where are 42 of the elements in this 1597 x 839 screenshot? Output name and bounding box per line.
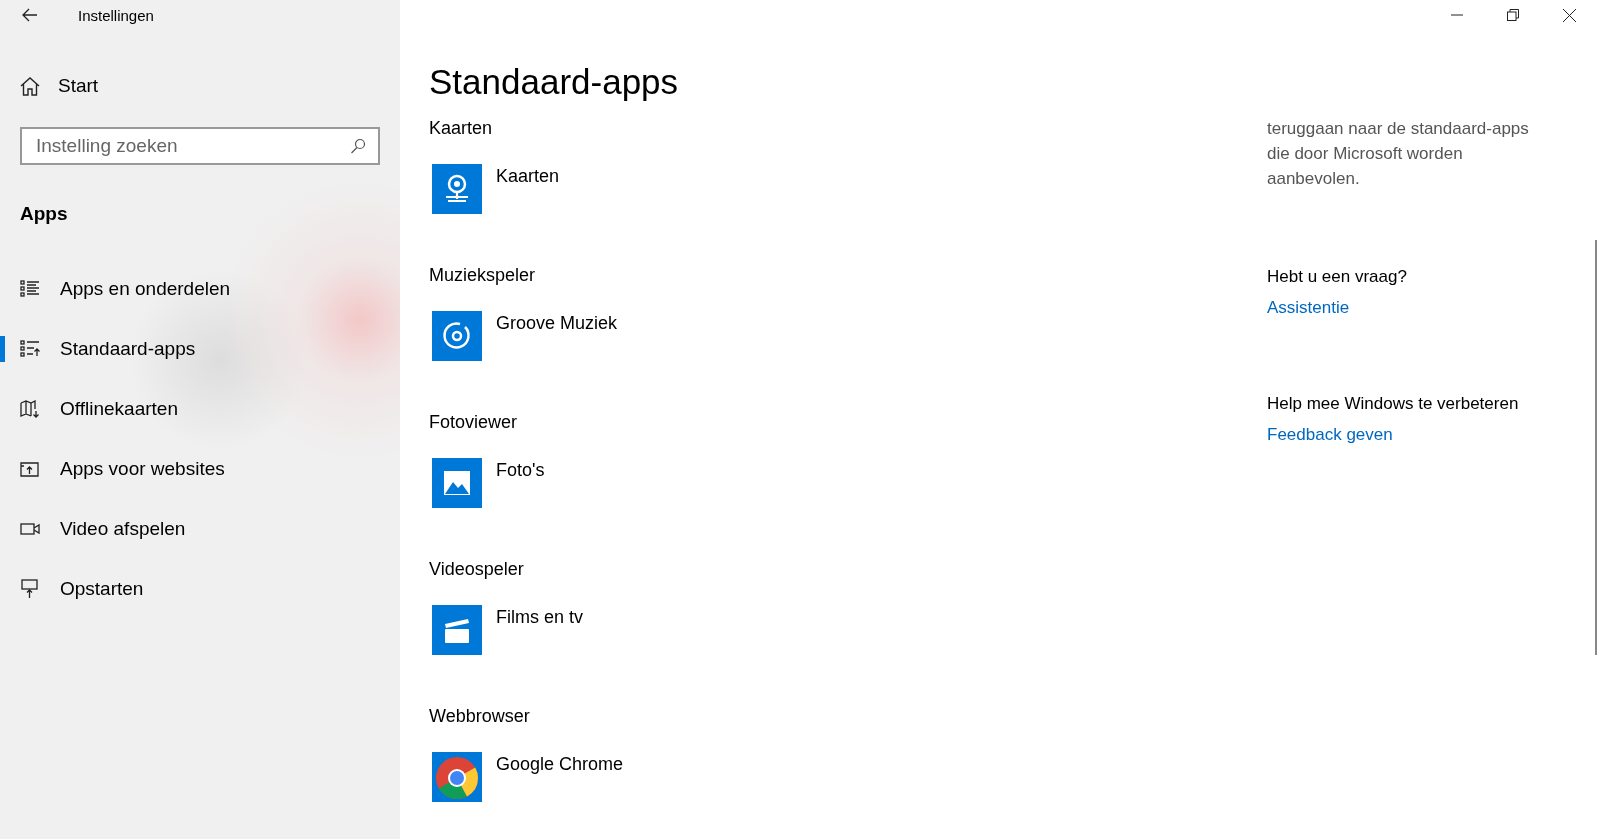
category-label: Videospeler bbox=[429, 559, 525, 581]
default-app-button[interactable]: Kaarten bbox=[432, 164, 1267, 214]
home-link[interactable]: Start bbox=[20, 75, 400, 97]
back-arrow-icon bbox=[22, 8, 38, 22]
nav-item[interactable]: Apps voor websites bbox=[0, 439, 400, 499]
category-label: Kaarten bbox=[429, 118, 494, 140]
list-arrow-icon bbox=[20, 340, 40, 358]
default-app-button[interactable]: Groove Muziek bbox=[432, 311, 1267, 361]
page-title: Standaard-apps bbox=[429, 62, 680, 102]
window-upload-icon bbox=[20, 460, 40, 478]
minimize-icon bbox=[1451, 14, 1463, 16]
nav-item[interactable]: Offlinekaarten bbox=[0, 379, 400, 439]
help-link[interactable]: Feedback geven bbox=[1267, 425, 1393, 445]
default-app-button[interactable]: Foto's bbox=[432, 458, 1267, 508]
list-icon bbox=[20, 280, 40, 298]
help-link[interactable]: Assistentie bbox=[1267, 298, 1350, 318]
monitor-arrow-icon bbox=[20, 579, 40, 599]
help-heading: Hebt u een vraag? bbox=[1267, 267, 1408, 287]
category-label: Muziekspeler bbox=[429, 265, 537, 287]
default-app-button[interactable]: Films en tv bbox=[432, 605, 1267, 655]
search-icon bbox=[350, 138, 366, 154]
default-app-button[interactable]: Google Chrome bbox=[432, 752, 1267, 802]
home-icon bbox=[20, 76, 40, 96]
help-heading: Help mee Windows te verbeteren bbox=[1267, 394, 1520, 414]
photo-icon bbox=[432, 458, 482, 508]
nav-item[interactable]: Opstarten bbox=[0, 559, 400, 619]
nav-item[interactable]: Apps en onderdelen bbox=[0, 259, 400, 319]
close-icon bbox=[1562, 8, 1576, 22]
browser-logo-icon bbox=[432, 752, 482, 802]
description-text: teruggaan naar de standaard-apps die door Microsoft worden aanbevolen. bbox=[1267, 118, 1530, 190]
category-label: Fotoviewer bbox=[429, 412, 519, 434]
category-label: Webbrowser bbox=[429, 706, 531, 728]
nav-item[interactable]: Video afspelen bbox=[0, 499, 400, 559]
map-download-icon bbox=[20, 400, 40, 418]
window-title: Instellingen bbox=[78, 6, 154, 24]
search-field[interactable]: Instelling zoeken bbox=[20, 127, 380, 165]
restore-icon bbox=[1507, 9, 1519, 21]
video-camera-icon bbox=[20, 520, 40, 538]
section-heading: Apps bbox=[20, 203, 69, 225]
map-pin-icon bbox=[432, 164, 482, 214]
nav-item[interactable]: Standaard-apps bbox=[0, 319, 400, 379]
clapperboard-icon bbox=[432, 605, 482, 655]
